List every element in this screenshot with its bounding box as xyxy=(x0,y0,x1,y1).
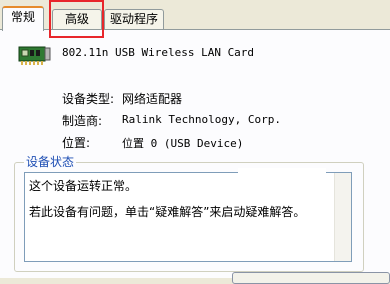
location-value: 位置 0 (USB Device) xyxy=(122,137,244,150)
status-line-1: 这个设备运转正常。 xyxy=(29,179,138,193)
status-scrollbar[interactable] xyxy=(334,173,351,261)
manufacturer-value: Ralink Technology, Corp. xyxy=(122,113,281,126)
device-status-title: 设备状态 xyxy=(24,153,77,170)
device-type-value: 网络适配器 xyxy=(122,92,183,106)
tab-driver[interactable]: 驱动程序 xyxy=(104,9,164,29)
annotation-highlight-box xyxy=(49,0,104,38)
manufacturer-label: 制造商: xyxy=(62,114,103,128)
network-card-icon xyxy=(18,46,51,65)
tab-general[interactable]: 常规 xyxy=(2,6,44,31)
device-name: 802.11n USB Wireless LAN Card xyxy=(62,46,255,59)
redaction-patch xyxy=(238,168,326,190)
troubleshoot-button[interactable] xyxy=(232,272,390,284)
location-label: 位置: xyxy=(62,136,91,150)
device-type-label: 设备类型: xyxy=(62,92,115,106)
status-line-2: 若此设备有问题，单击“疑难解答”来启动疑难解答。 xyxy=(29,205,306,219)
